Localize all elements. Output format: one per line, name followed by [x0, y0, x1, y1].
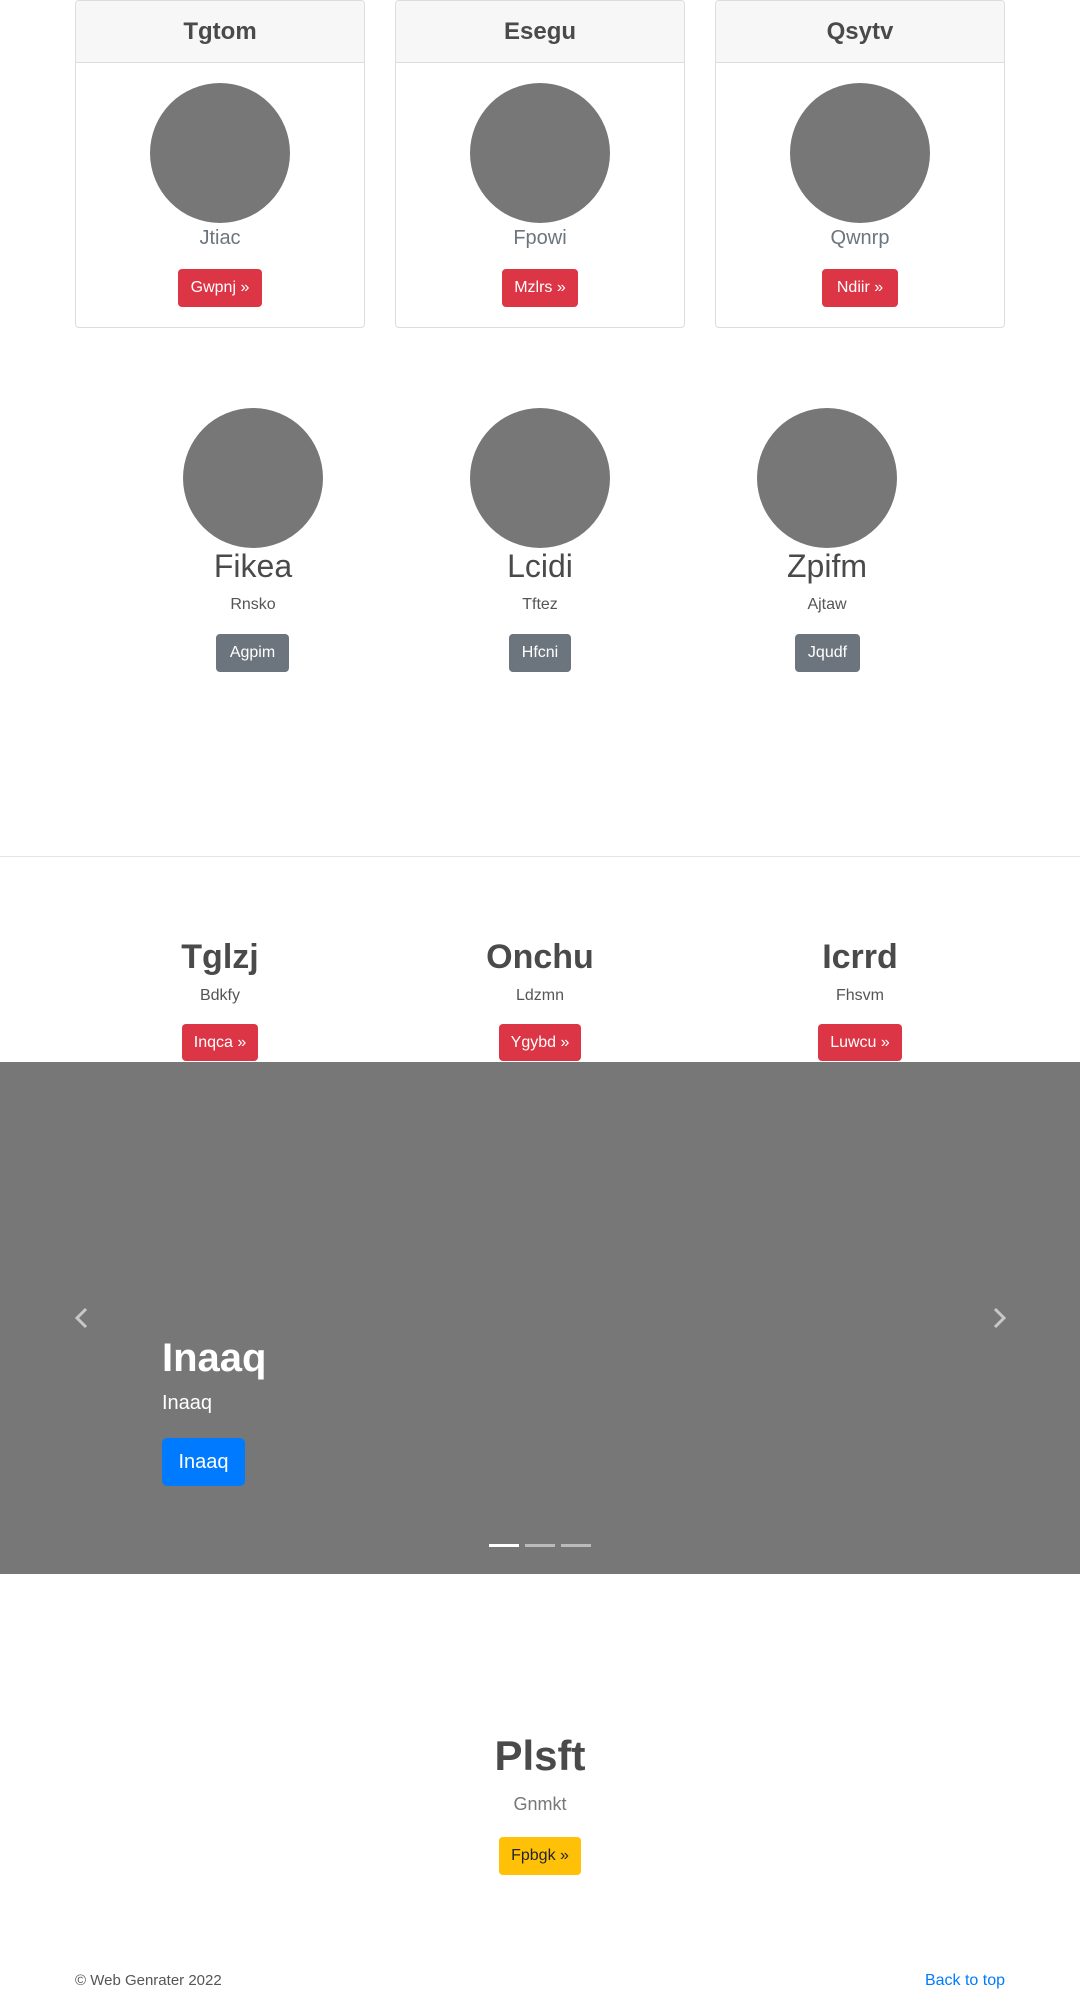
carousel: Inaaq Inaaq Inaaq [0, 1062, 1080, 1574]
carousel-title: Inaaq [162, 1336, 267, 1380]
circle-button[interactable]: Jqudf [795, 634, 860, 672]
card-button[interactable]: Mzlrs » [502, 269, 578, 307]
circle-title: Lcidi [507, 548, 573, 584]
marketing-subtitle: Gnmkt [513, 1794, 567, 1814]
chevron-right-icon[interactable] [987, 1306, 1011, 1330]
feature-title: Tglzj [181, 938, 259, 976]
card-button[interactable]: Gwpnj » [178, 269, 262, 307]
circle-image-placeholder [470, 408, 610, 548]
circle-subtitle: Rnsko [230, 596, 276, 613]
circle-button[interactable]: Hfcni [509, 634, 571, 672]
carousel-subtitle: Inaaq [162, 1392, 213, 1414]
feature-button[interactable]: Ygybd » [499, 1024, 581, 1061]
card-header: Qsytv [716, 1, 1004, 63]
circle-subtitle: Tftez [522, 596, 558, 613]
marketing-button[interactable]: Fpbgk » [499, 1837, 581, 1875]
card: Esegu Fpowi Mzlrs » [395, 0, 685, 328]
card-image-placeholder [470, 83, 610, 223]
circle-subtitle: Ajtaw [807, 596, 847, 613]
circle-image-placeholder [757, 408, 897, 548]
card-header: Esegu [396, 1, 684, 63]
card-button[interactable]: Ndiir » [822, 269, 898, 307]
carousel-indicator[interactable] [489, 1544, 519, 1547]
feature-button[interactable]: Inqca » [182, 1024, 258, 1061]
chevron-left-icon[interactable] [70, 1306, 94, 1330]
section-divider [0, 856, 1080, 857]
carousel-indicator[interactable] [525, 1544, 555, 1547]
card-text: Fpowi [513, 227, 567, 249]
feature-button[interactable]: Luwcu » [818, 1024, 902, 1061]
feature-subtitle: Ldzmn [515, 987, 565, 1004]
feature-subtitle: Bdkfy [199, 987, 240, 1004]
card-image-placeholder [150, 83, 290, 223]
feature-subtitle: Fhsvm [836, 987, 884, 1004]
card-text: Qwnrp [830, 227, 890, 249]
circle-title: Fikea [213, 548, 293, 584]
card: Qsytv Qwnrp Ndiir » [715, 0, 1005, 328]
circle-image-placeholder [183, 408, 323, 548]
feature-title: Onchu [486, 938, 594, 976]
marketing-title: Plsft [494, 1732, 586, 1779]
carousel-button[interactable]: Inaaq [162, 1438, 245, 1486]
feature-title: Icrrd [822, 938, 898, 976]
circle-title: Zpifm [787, 548, 867, 584]
card-text: Jtiac [199, 227, 241, 249]
circle-button[interactable]: Agpim [216, 634, 289, 672]
carousel-indicator[interactable] [561, 1544, 591, 1547]
card-header: Tgtom [76, 1, 364, 63]
card: Tgtom Jtiac Gwpnj » [75, 0, 365, 328]
back-to-top-link[interactable]: Back to top [925, 1972, 1005, 1990]
footer-copyright: © Web Genrater 2022 [75, 1972, 222, 1989]
card-image-placeholder [790, 83, 930, 223]
